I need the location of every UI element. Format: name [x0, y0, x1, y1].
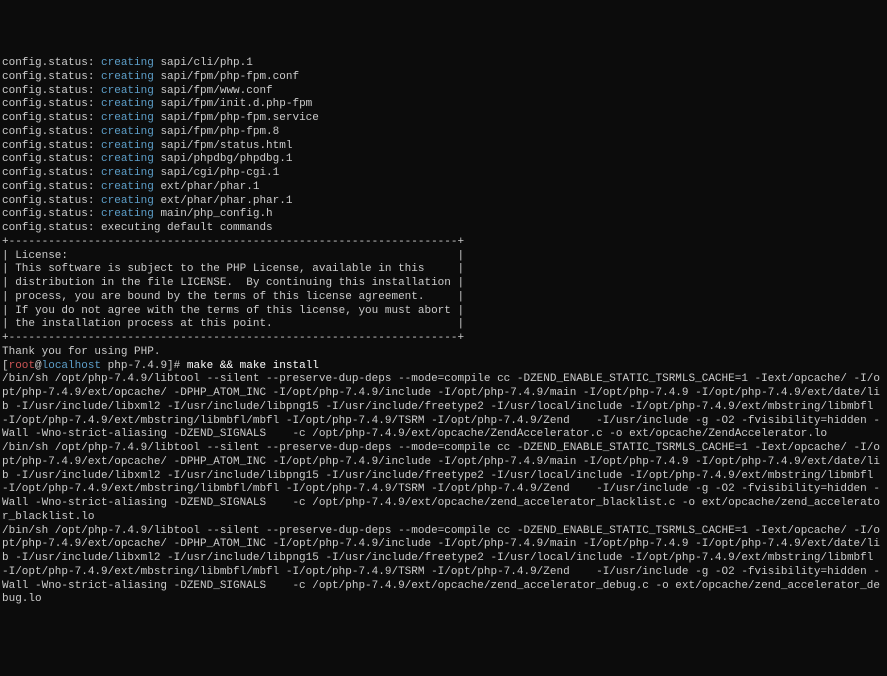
- prompt-host: localhost: [42, 360, 101, 372]
- config-status-target: sapi/fpm/php-fpm.service: [154, 112, 319, 124]
- config-status-target: sapi/fpm/www.conf: [154, 85, 273, 97]
- config-status-action: creating: [101, 98, 154, 110]
- prompt-dir: php-7.4.9]#: [101, 360, 187, 372]
- config-status-action: creating: [101, 85, 154, 97]
- prompt-user: root: [9, 360, 35, 372]
- config-status-line: config.status: executing default command…: [2, 222, 885, 236]
- config-status-line: config.status: creating sapi/fpm/init.d.…: [2, 98, 885, 112]
- config-status-line: config.status: creating sapi/cli/php.1: [2, 57, 885, 71]
- config-status-prefix: config.status:: [2, 195, 101, 207]
- prompt-command: make && make install: [187, 360, 319, 372]
- config-status-prefix: config.status:: [2, 98, 101, 110]
- config-status-prefix: config.status:: [2, 85, 101, 97]
- thank-you-text: Thank you for using PHP.: [2, 346, 160, 358]
- prompt-bracket-open: [: [2, 360, 9, 372]
- config-status-action: creating: [101, 195, 154, 207]
- config-status-line: config.status: creating sapi/phpdbg/phpd…: [2, 153, 885, 167]
- license-line: | This software is subject to the PHP Li…: [2, 263, 885, 277]
- config-status-prefix: config.status:: [2, 57, 101, 69]
- config-status-target: sapi/fpm/php-fpm.8: [154, 126, 279, 138]
- config-status-target: sapi/phpdbg/phpdbg.1: [154, 153, 293, 165]
- config-status-action: creating: [101, 57, 154, 69]
- config-status-action: creating: [101, 153, 154, 165]
- config-status-target: sapi/cli/php.1: [154, 57, 253, 69]
- config-status-target: sapi/fpm/php-fpm.conf: [154, 71, 299, 83]
- compile-output-line: /bin/sh /opt/php-7.4.9/libtool --silent …: [2, 525, 885, 608]
- config-status-target: main/php_config.h: [154, 208, 273, 220]
- config-status-target: sapi/cgi/php-cgi.1: [154, 167, 279, 179]
- config-status-prefix: config.status:: [2, 71, 101, 83]
- config-status-line: config.status: creating main/php_config.…: [2, 208, 885, 222]
- config-status-action: creating: [101, 140, 154, 152]
- config-status-action: creating: [101, 181, 154, 193]
- config-status-action: creating: [101, 112, 154, 124]
- config-status-line: config.status: creating sapi/fpm/php-fpm…: [2, 71, 885, 85]
- config-status-target: ext/phar/phar.phar.1: [154, 195, 293, 207]
- shell-prompt-line: [root@localhost php-7.4.9]# make && make…: [2, 360, 885, 374]
- config-status-line: config.status: creating sapi/cgi/php-cgi…: [2, 167, 885, 181]
- license-line: | If you do not agree with the terms of …: [2, 305, 885, 319]
- license-line: | distribution in the file LICENSE. By c…: [2, 277, 885, 291]
- config-status-action: creating: [101, 126, 154, 138]
- thank-you-line: Thank you for using PHP.: [2, 346, 885, 360]
- config-status-action: creating: [101, 208, 154, 220]
- prompt-at: @: [35, 360, 42, 372]
- license-line: | process, you are bound by the terms of…: [2, 291, 885, 305]
- config-status-prefix: config.status:: [2, 181, 101, 193]
- config-status-line: config.status: creating sapi/fpm/php-fpm…: [2, 112, 885, 126]
- compile-output-line: /bin/sh /opt/php-7.4.9/libtool --silent …: [2, 373, 885, 442]
- license-line: | License: |: [2, 250, 885, 264]
- config-status-target: sapi/fpm/init.d.php-fpm: [154, 98, 312, 110]
- config-status-prefix: config.status:: [2, 208, 101, 220]
- license-hr-top: +---------------------------------------…: [2, 236, 885, 250]
- config-status-line: config.status: creating ext/phar/phar.1: [2, 181, 885, 195]
- config-status-line: config.status: creating sapi/fpm/www.con…: [2, 85, 885, 99]
- config-status-prefix: config.status:: [2, 140, 101, 152]
- config-status-action: creating: [101, 71, 154, 83]
- config-status-line: config.status: creating sapi/fpm/status.…: [2, 140, 885, 154]
- config-status-prefix: config.status:: [2, 126, 101, 138]
- compile-output-line: /bin/sh /opt/php-7.4.9/libtool --silent …: [2, 442, 885, 525]
- config-status-line: config.status: creating ext/phar/phar.ph…: [2, 195, 885, 209]
- config-status-target: sapi/fpm/status.html: [154, 140, 293, 152]
- config-status-prefix: config.status: executing default command…: [2, 222, 273, 234]
- config-status-prefix: config.status:: [2, 167, 101, 179]
- license-hr-bottom: +---------------------------------------…: [2, 332, 885, 346]
- license-line: | the installation process at this point…: [2, 318, 885, 332]
- config-status-target: ext/phar/phar.1: [154, 181, 260, 193]
- config-status-action: creating: [101, 167, 154, 179]
- config-status-line: config.status: creating sapi/fpm/php-fpm…: [2, 126, 885, 140]
- terminal-output[interactable]: config.status: creating sapi/cli/php.1co…: [2, 57, 885, 607]
- config-status-prefix: config.status:: [2, 153, 101, 165]
- config-status-prefix: config.status:: [2, 112, 101, 124]
